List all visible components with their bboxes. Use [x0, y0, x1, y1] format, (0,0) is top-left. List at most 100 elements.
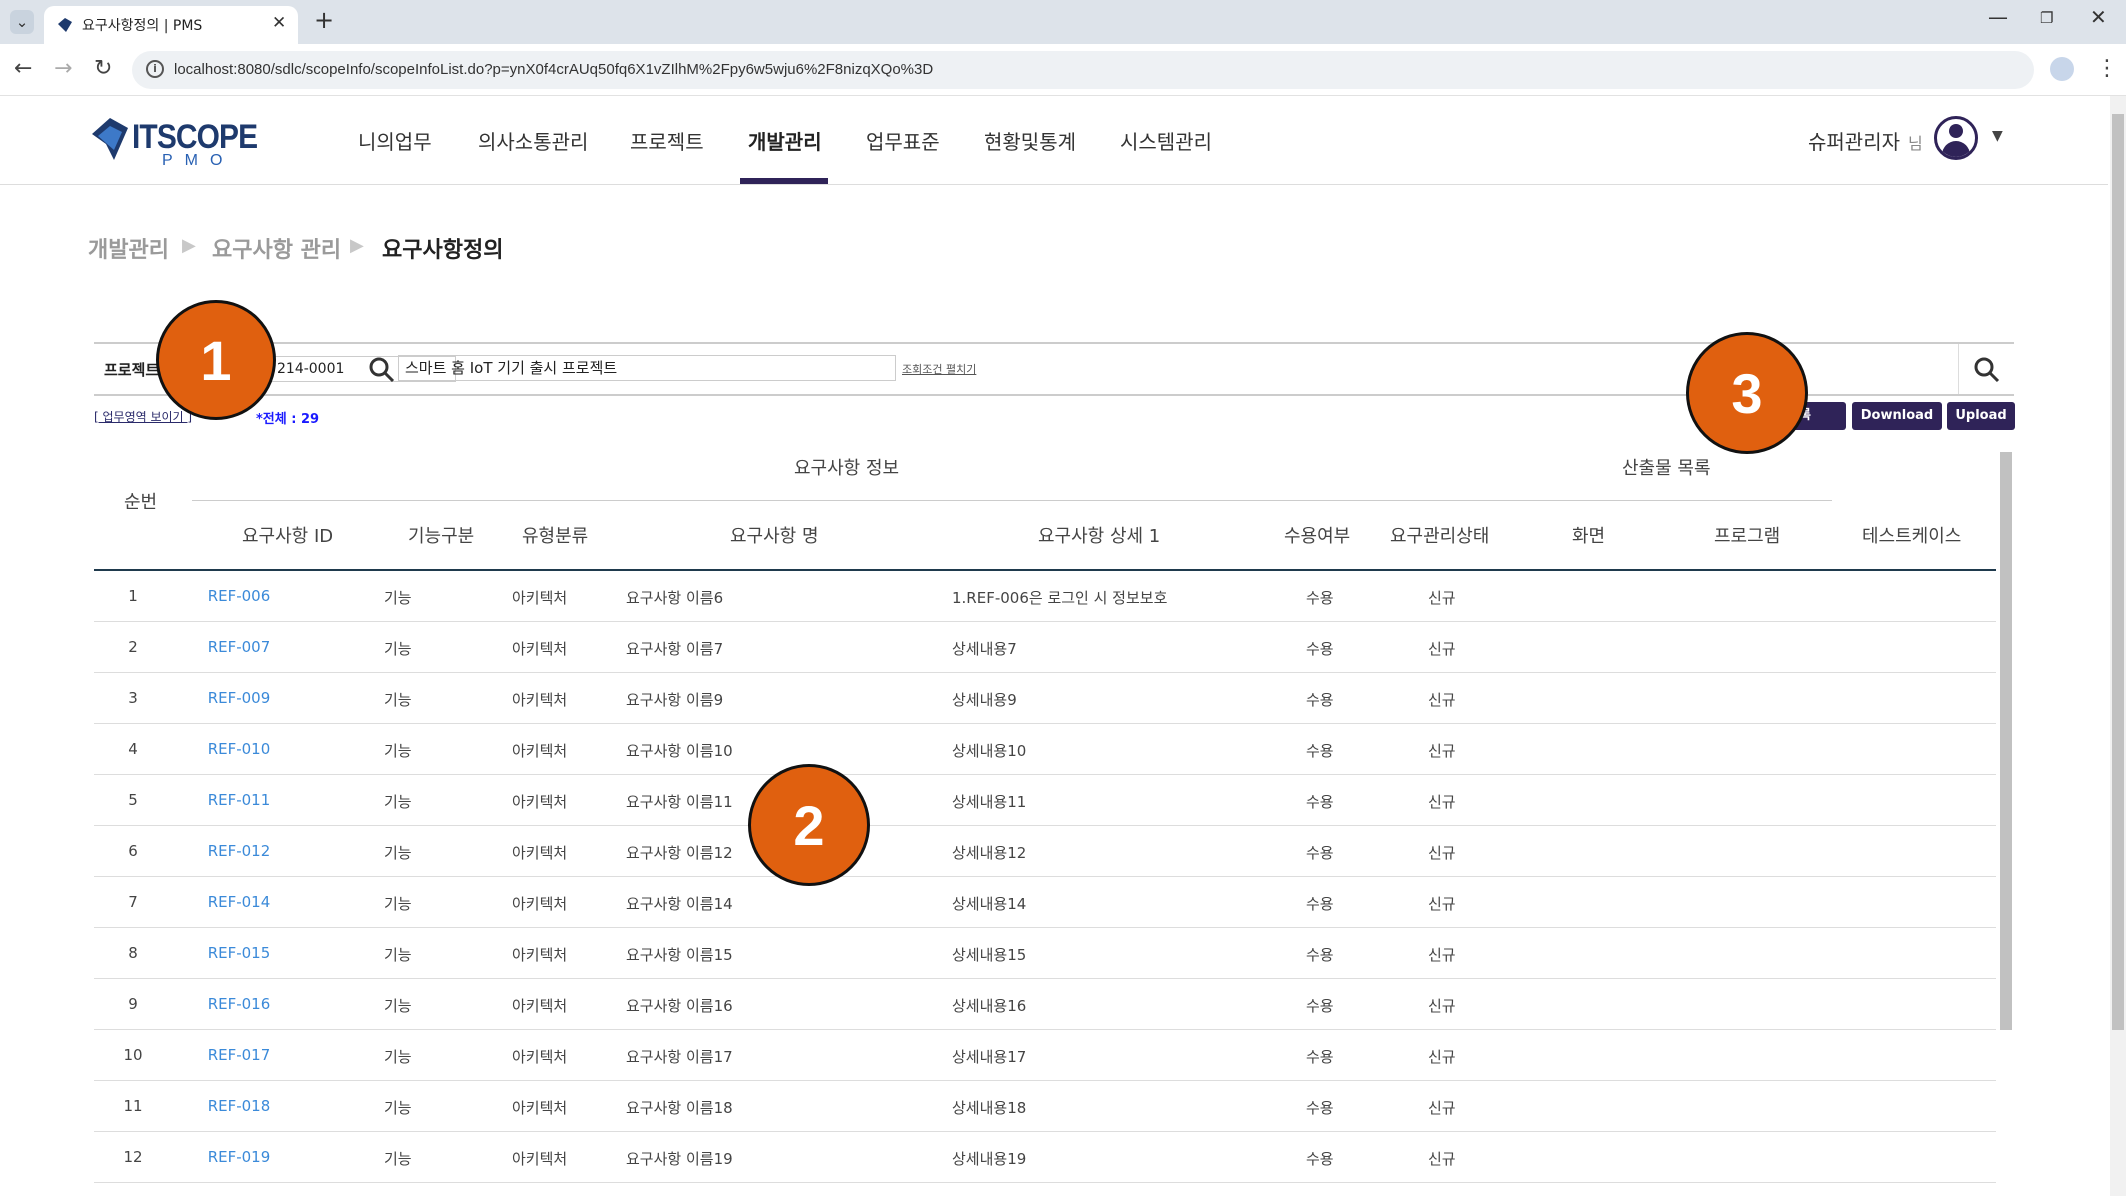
- cell-requirement-id[interactable]: REF-015: [184, 944, 294, 962]
- table-row[interactable]: 1 REF-006 기능 아키텍처 요구사항 이름6 1.REF-006은 로그인 시 정…: [94, 571, 1996, 622]
- cell-status: 신규: [1428, 742, 1456, 760]
- cell-function: 기능: [384, 895, 412, 913]
- cell-requirement-id[interactable]: REF-019: [184, 1148, 294, 1166]
- browser-tab[interactable]: 요구사항정의 | PMS ✕: [44, 6, 298, 44]
- cell-requirement-detail: 상세내용11: [952, 793, 1027, 811]
- table-row[interactable]: 10 REF-017 기능 아키텍처 요구사항 이름17 상세내용17 수용 신규: [94, 1030, 1996, 1081]
- cell-function: 기능: [384, 1099, 412, 1117]
- cell-requirement-id[interactable]: REF-011: [184, 791, 294, 809]
- window-close-icon[interactable]: ✕: [2090, 5, 2107, 29]
- table-row[interactable]: 5 REF-011 기능 아키텍처 요구사항 이름11 상세내용11 수용 신규: [94, 775, 1996, 826]
- logo[interactable]: ITSCOPE PMO: [88, 114, 258, 170]
- cell-accept: 수용: [1306, 946, 1334, 964]
- nav-communication[interactable]: 의사소통관리: [478, 126, 588, 155]
- cell-accept: 수용: [1306, 1048, 1334, 1066]
- minimize-icon[interactable]: —: [1988, 5, 2008, 29]
- user-avatar-icon[interactable]: [1934, 116, 1978, 160]
- url-field[interactable]: i localhost:8080/sdlc/scopeInfo/scopeInf…: [132, 51, 2034, 89]
- table-row[interactable]: 4 REF-010 기능 아키텍처 요구사항 이름10 상세내용10 수용 신규: [94, 724, 1996, 775]
- toggle-work-area-link[interactable]: [ 업무영역 보이기 ]: [94, 408, 192, 425]
- nav-project[interactable]: 프로젝트: [630, 126, 704, 155]
- project-name-field[interactable]: 스마트 홈 IoT 기기 출시 프로젝트: [398, 355, 896, 381]
- col-header-function[interactable]: 기능구분: [408, 522, 474, 548]
- cell-type: 아키텍처: [512, 1150, 568, 1168]
- search-button[interactable]: [1958, 344, 2012, 394]
- forward-icon[interactable]: →: [54, 56, 72, 81]
- cell-requirement-id[interactable]: REF-010: [184, 740, 294, 758]
- restore-icon[interactable]: ❐: [2040, 9, 2053, 27]
- cell-status: 신규: [1428, 946, 1456, 964]
- table-row[interactable]: 11 REF-018 기능 아키텍처 요구사항 이름18 상세내용18 수용 신규: [94, 1081, 1996, 1132]
- callout-1: 1: [156, 300, 276, 420]
- cell-status: 신규: [1428, 691, 1456, 709]
- cell-type: 아키텍처: [512, 589, 568, 607]
- cell-requirement-detail: 상세내용16: [952, 997, 1027, 1015]
- breadcrumb-item[interactable]: 요구사항 관리: [212, 232, 341, 264]
- cell-requirement-id[interactable]: REF-006: [184, 587, 294, 605]
- col-header-detail[interactable]: 요구사항 상세 1: [1038, 522, 1160, 548]
- col-header-name[interactable]: 요구사항 명: [730, 522, 819, 548]
- cell-function: 기능: [384, 793, 412, 811]
- user-menu-caret-icon[interactable]: ▼: [1992, 128, 2003, 144]
- cell-requirement-name: 요구사항 이름6: [626, 589, 724, 607]
- cell-requirement-id[interactable]: REF-009: [184, 689, 294, 707]
- cell-requirement-id[interactable]: REF-007: [184, 638, 294, 656]
- col-header-status[interactable]: 요구관리상태: [1390, 522, 1489, 548]
- cell-accept: 수용: [1306, 793, 1334, 811]
- new-tab-icon[interactable]: +: [314, 6, 334, 34]
- cell-requirement-id[interactable]: REF-017: [184, 1046, 294, 1064]
- upload-button[interactable]: Upload: [1947, 402, 2015, 430]
- nav-my-work[interactable]: 니의업무: [358, 126, 432, 155]
- cell-requirement-id[interactable]: REF-018: [184, 1097, 294, 1115]
- cell-requirement-detail: 상세내용12: [952, 844, 1027, 862]
- cell-status: 신규: [1428, 589, 1456, 607]
- table-row[interactable]: 2 REF-007 기능 아키텍처 요구사항 이름7 상세내용7 수용 신규: [94, 622, 1996, 673]
- cell-status: 신규: [1428, 1048, 1456, 1066]
- cell-function: 기능: [384, 691, 412, 709]
- project-search-icon[interactable]: [368, 356, 396, 384]
- cell-no: 11: [123, 1097, 143, 1115]
- breadcrumb-item[interactable]: 개발관리: [88, 232, 169, 264]
- tab-close-icon[interactable]: ✕: [272, 13, 286, 33]
- cell-requirement-id[interactable]: REF-014: [184, 893, 294, 911]
- nav-system-admin[interactable]: 시스템관리: [1120, 126, 1212, 155]
- site-info-icon[interactable]: i: [146, 60, 164, 78]
- browser-menu-icon[interactable]: ⋮: [2096, 56, 2118, 81]
- header-group-divider: [192, 500, 1832, 501]
- cell-requirement-name: 요구사항 이름9: [626, 691, 724, 709]
- table-row[interactable]: 12 REF-019 기능 아키텍처 요구사항 이름19 상세내용19 수용 신규: [94, 1132, 1996, 1183]
- cell-requirement-detail: 상세내용7: [952, 640, 1017, 658]
- reload-icon[interactable]: ↻: [94, 56, 112, 81]
- table-row[interactable]: 8 REF-015 기능 아키텍처 요구사항 이름15 상세내용15 수용 신규: [94, 928, 1996, 979]
- cell-requirement-id[interactable]: REF-016: [184, 995, 294, 1013]
- expand-conditions-link[interactable]: 조회조건 펼치기: [902, 361, 976, 377]
- table-row[interactable]: 9 REF-016 기능 아키텍처 요구사항 이름16 상세내용16 수용 신규: [94, 979, 1996, 1030]
- header-group-deliverables: 산출물 목록: [1622, 458, 1711, 479]
- nav-work-standard[interactable]: 업무표준: [866, 126, 940, 155]
- search-icon: [1974, 357, 2000, 383]
- cell-no: 7: [128, 893, 138, 911]
- cell-function: 기능: [384, 742, 412, 760]
- tab-search-icon[interactable]: ⌄: [10, 10, 34, 34]
- col-header-accept[interactable]: 수용여부: [1284, 522, 1350, 548]
- table-row[interactable]: 3 REF-009 기능 아키텍처 요구사항 이름9 상세내용9 수용 신규: [94, 673, 1996, 724]
- nav-development[interactable]: 개발관리: [748, 126, 822, 155]
- table-row[interactable]: 7 REF-014 기능 아키텍처 요구사항 이름14 상세내용14 수용 신규: [94, 877, 1996, 928]
- url-text[interactable]: localhost:8080/sdlc/scopeInfo/scopeInfoL…: [174, 61, 933, 78]
- table-row[interactable]: 6 REF-012 기능 아키텍처 요구사항 이름12 상세내용12 수용 신규: [94, 826, 1996, 877]
- cell-accept: 수용: [1306, 589, 1334, 607]
- cell-no: 4: [128, 740, 138, 758]
- cell-requirement-name: 요구사항 이름12: [626, 844, 733, 862]
- cell-type: 아키텍처: [512, 1099, 568, 1117]
- col-header-type[interactable]: 유형분류: [522, 522, 588, 548]
- col-header-id[interactable]: 요구사항 ID: [242, 522, 333, 548]
- page-scrollbar-thumb[interactable]: [2112, 114, 2124, 1030]
- cell-requirement-id[interactable]: REF-012: [184, 842, 294, 860]
- back-icon[interactable]: ←: [14, 56, 32, 81]
- download-button[interactable]: Download: [1852, 402, 1942, 430]
- cell-requirement-name: 요구사항 이름18: [626, 1099, 733, 1117]
- cell-requirement-name: 요구사항 이름7: [626, 640, 724, 658]
- nav-status-statistics[interactable]: 현황및통계: [984, 126, 1076, 155]
- table-scrollbar-thumb[interactable]: [2000, 452, 2012, 1030]
- browser-profile-icon[interactable]: [2050, 57, 2074, 81]
